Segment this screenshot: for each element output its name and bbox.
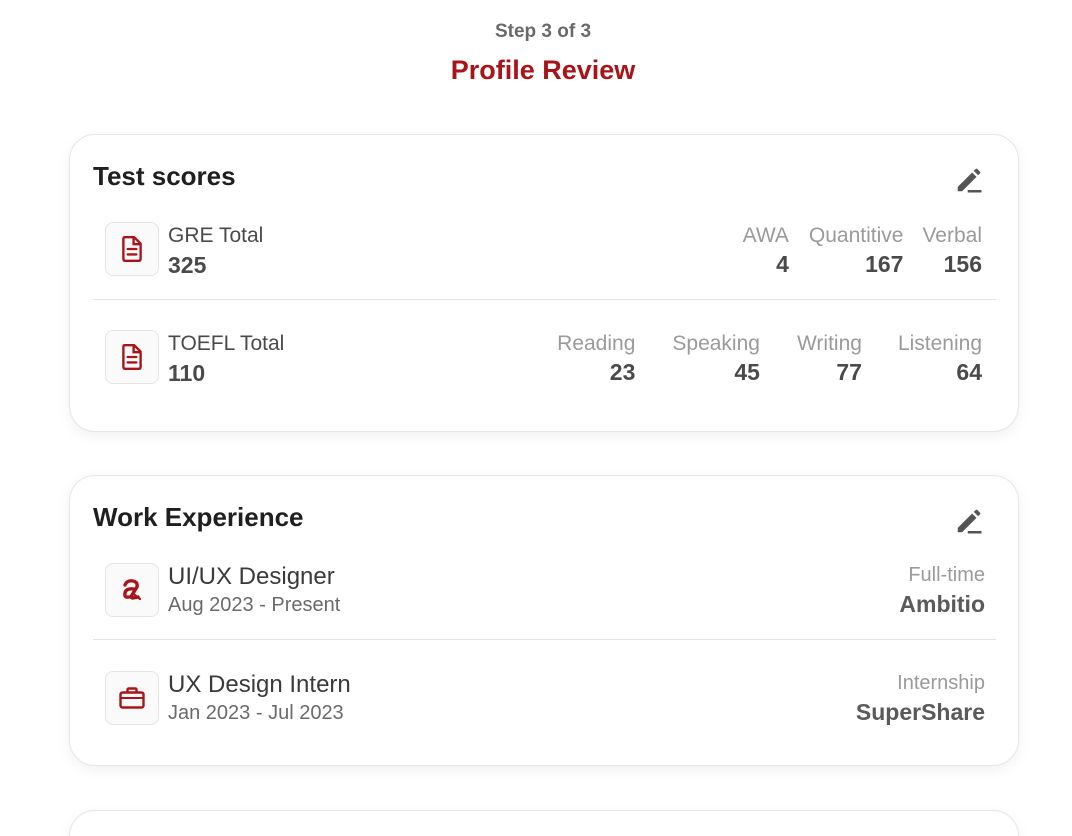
work-experience-title: Work Experience [93,502,304,532]
edit-work-experience-button[interactable] [952,504,986,538]
next-section-card [69,810,1019,836]
pencil-icon [957,509,982,534]
gre-icon-box [105,222,159,276]
divider [93,299,996,300]
job-icon-box [105,563,159,617]
gre-verbal: Verbal 156 [922,224,982,278]
page-title: Profile Review [450,55,636,85]
gre-quantitive: Quantitive 167 [809,224,904,278]
gre-label: GRE Total [168,224,264,247]
metric-label: Verbal [922,224,982,247]
toefl-label: TOEFL Total [168,332,285,355]
gre-metrics: AWA 4 Quantitive 167 Verbal 156 [743,224,982,278]
pencil-icon [957,168,982,193]
toefl-row: TOEFL Total 110 Reading 23 Speaking 45 W… [93,330,996,410]
job-row[interactable]: UX Design Intern Jan 2023 - Jul 2023 Int… [93,671,996,751]
toefl-speaking: Speaking 45 [672,332,760,386]
metric-value: 45 [734,359,760,385]
divider [93,639,996,640]
job-dates: Aug 2023 - Present [168,594,341,616]
test-scores-card: Test scores GRE Total 325 AWA 4 Quantiti… [69,134,1019,432]
job-company: Ambitio [899,591,985,617]
toefl-metrics: Reading 23 Speaking 45 Writing 77 Listen… [557,332,982,386]
work-experience-card: Work Experience UI/UX Designer Aug 2023 … [69,475,1019,766]
metric-label: Reading [557,332,636,355]
edit-test-scores-button[interactable] [952,163,986,197]
step-indicator: Step 3 of 3 [494,21,592,42]
job-type: Internship [897,672,985,694]
metric-label: AWA [742,224,789,247]
metric-label: Writing [796,332,862,355]
gre-awa: AWA 4 [743,224,789,278]
job-dates: Jan 2023 - Jul 2023 [168,702,344,724]
toefl-writing: Writing 77 [797,332,862,386]
toefl-value: 110 [168,360,206,386]
gre-row: GRE Total 325 AWA 4 Quantitive 167 Verba… [93,222,996,302]
metric-value: 77 [836,359,862,385]
toefl-listening: Listening 64 [898,332,982,386]
job-row[interactable]: UI/UX Designer Aug 2023 - Present Full-t… [93,563,996,643]
test-scores-title: Test scores [93,161,236,191]
metric-label: Listening [897,332,982,355]
metric-value: 167 [865,251,904,277]
toefl-icon-box [105,330,159,384]
gre-value: 325 [168,252,207,278]
metric-value: 23 [609,359,636,385]
job-type: Full-time [908,564,985,586]
job-icon-box [105,671,159,725]
metric-value: 4 [776,251,789,277]
metric-label: Quantitive [808,224,904,247]
metric-value: 64 [956,359,982,385]
briefcase-icon [119,687,145,709]
job-title: UX Design Intern [168,671,351,698]
toefl-reading: Reading 23 [557,332,635,386]
job-title: UI/UX Designer [168,563,335,590]
document-icon [122,235,142,263]
metric-label: Speaking [672,332,760,355]
job-company: SuperShare [855,699,985,725]
company-logo-icon [123,579,142,601]
metric-value: 156 [943,251,982,277]
document-icon [122,343,142,371]
